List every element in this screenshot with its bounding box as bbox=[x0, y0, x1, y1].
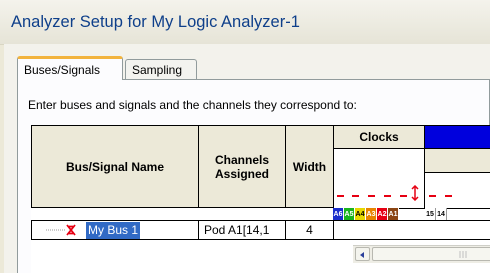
analyzer-setup-window: Analyzer Setup for My Logic Analyzer-1 B… bbox=[0, 0, 490, 273]
window-title: Analyzer Setup for My Logic Analyzer-1 bbox=[11, 13, 300, 31]
instructions-label: Enter buses and signals and the channels… bbox=[28, 98, 357, 112]
table-row-channel-cells[interactable] bbox=[333, 220, 490, 240]
pod-header bbox=[424, 125, 490, 149]
data-edge-15[interactable] bbox=[429, 195, 436, 197]
pod-subheader bbox=[424, 148, 490, 173]
bus-name-label[interactable]: My Bus 1 bbox=[86, 221, 141, 239]
table-row-width-cell[interactable]: 4 bbox=[285, 220, 334, 240]
title-bar: Analyzer Setup for My Logic Analyzer-1 bbox=[0, 0, 490, 45]
bus-signal-grid: Bus/Signal Name Channels Assigned Width … bbox=[31, 125, 490, 273]
clock-both-edges-icon[interactable] bbox=[411, 185, 419, 201]
clock-edge-a3[interactable] bbox=[384, 195, 391, 197]
clock-edge-a5[interactable] bbox=[352, 195, 359, 197]
scroll-left-arrow-icon bbox=[360, 252, 364, 258]
column-header-clocks: Clocks bbox=[333, 125, 425, 149]
column-header-channels[interactable]: Channels Assigned bbox=[198, 125, 286, 208]
column-header-name[interactable]: Bus/Signal Name bbox=[31, 125, 199, 208]
data-channel-area bbox=[424, 172, 490, 209]
scroll-grip-icon bbox=[459, 251, 467, 258]
tab-sampling[interactable]: Sampling bbox=[125, 59, 197, 79]
bus-icon[interactable] bbox=[46, 223, 84, 237]
client-area: Buses/Signals Sampling Enter buses and s… bbox=[4, 44, 490, 273]
table-row-channels-cell[interactable]: Pod A1[14,1 bbox=[198, 220, 286, 240]
tab-buses-signals[interactable]: Buses/Signals bbox=[17, 56, 123, 80]
table-row-name-cell[interactable]: My Bus 1 bbox=[31, 220, 199, 240]
clock-edge-a2[interactable] bbox=[400, 195, 407, 197]
scroll-left-button[interactable] bbox=[355, 247, 370, 261]
clock-edge-a6[interactable] bbox=[337, 195, 344, 197]
clock-edge-a4[interactable] bbox=[368, 195, 375, 197]
scroll-thumb[interactable] bbox=[372, 247, 490, 261]
data-edge-14[interactable] bbox=[445, 195, 452, 197]
horizontal-scrollbar[interactable] bbox=[353, 245, 490, 263]
column-header-width[interactable]: Width bbox=[285, 125, 334, 208]
